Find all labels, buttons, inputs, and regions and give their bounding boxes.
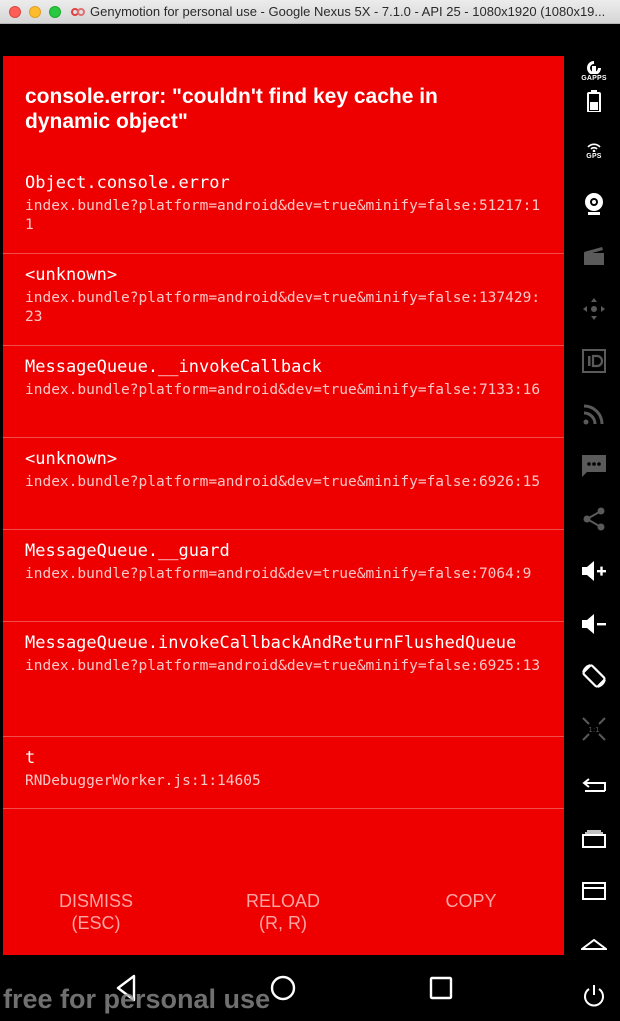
stack-frame-location: index.bundle?platform=android&dev=true&m…	[25, 198, 541, 233]
webcam-icon[interactable]	[568, 184, 620, 224]
copy-button[interactable]: COPY	[396, 890, 546, 912]
sms-icon[interactable]	[568, 446, 620, 486]
power-icon[interactable]	[568, 976, 620, 1016]
minimize-window-button[interactable]	[29, 5, 41, 18]
redbox-actions: DISMISS (ESC) RELOAD (R, R) COPY	[3, 890, 564, 940]
volume-down-icon[interactable]	[568, 604, 620, 644]
stack-frame-location: index.bundle?platform=android&dev=true&m…	[25, 658, 541, 674]
maximize-window-button[interactable]	[49, 5, 61, 18]
svg-text:1:1: 1:1	[588, 726, 599, 734]
stack-frame-method: MessageQueue.__invokeCallback	[25, 357, 322, 377]
gps-label: GPS	[586, 153, 602, 160]
share-icon[interactable]	[568, 499, 620, 539]
stack-frame-location: index.bundle?platform=android&dev=true&m…	[25, 382, 541, 398]
stack-trace-list: Object.console.error index.bundle?platfor…	[3, 162, 564, 809]
stack-frame-method: <unknown>	[25, 265, 118, 285]
stack-frame-method: MessageQueue.__guard	[25, 541, 230, 561]
rotate-icon[interactable]	[568, 656, 620, 696]
stack-frame-row[interactable]: t RNDebuggerWorker.js:1:14605	[3, 737, 564, 809]
stack-frame-method: MessageQueue.invokeCallbackAndReturnFlus…	[25, 633, 517, 653]
nav-home-icon[interactable]	[268, 973, 298, 1003]
nav-recent-icon[interactable]	[426, 973, 456, 1003]
reload-button[interactable]: RELOAD (R, R)	[208, 890, 358, 934]
cast-icon[interactable]	[568, 394, 620, 434]
stack-frame-row[interactable]: MessageQueue.__guard index.bundle?platfor…	[3, 530, 564, 622]
recent-apps-icon[interactable]	[568, 819, 620, 859]
stack-frame-row[interactable]: Object.console.error index.bundle?platfor…	[3, 162, 564, 254]
window-controls	[9, 5, 61, 18]
genymotion-logo-icon	[71, 7, 85, 17]
stack-frame-method: t	[25, 748, 36, 768]
window-title: Genymotion for personal use - Google Nex…	[90, 4, 606, 19]
capture-icon[interactable]	[568, 236, 620, 276]
identifier-icon[interactable]	[568, 341, 620, 381]
window-titlebar: Genymotion for personal use - Google Nex…	[0, 0, 620, 24]
battery-icon[interactable]	[568, 81, 620, 121]
close-window-button[interactable]	[9, 5, 21, 18]
genymotion-sidebar: GAPPS GPS 1:1	[568, 25, 620, 1021]
stack-frame-method: <unknown>	[25, 449, 118, 469]
redbox-error-screen: console.error: "couldn't find key cache …	[3, 56, 564, 955]
stack-frame-location: RNDebuggerWorker.js:1:14605	[25, 773, 261, 789]
menu-icon[interactable]	[568, 871, 620, 911]
stack-frame-row[interactable]: MessageQueue.__invokeCallback index.bundl…	[3, 346, 564, 438]
watermark-text: free for personal use	[3, 984, 271, 1014]
home-icon[interactable]	[568, 924, 620, 964]
stack-frame-location: index.bundle?platform=android&dev=true&m…	[25, 474, 541, 490]
stack-frame-location: index.bundle?platform=android&dev=true&m…	[25, 566, 532, 582]
stack-frame-row[interactable]: <unknown> index.bundle?platform=android&d…	[3, 438, 564, 530]
pixel-perfect-icon[interactable]: 1:1	[568, 709, 620, 749]
volume-up-icon[interactable]	[568, 551, 620, 591]
back-icon[interactable]	[568, 766, 620, 806]
error-title: console.error: "couldn't find key cache …	[25, 85, 438, 133]
dismiss-button[interactable]: DISMISS (ESC)	[21, 890, 171, 934]
stack-frame-location: index.bundle?platform=android&dev=true&m…	[25, 290, 541, 325]
stack-frame-row[interactable]: MessageQueue.invokeCallbackAndReturnFlus…	[3, 622, 564, 737]
dpad-icon[interactable]	[568, 289, 620, 329]
gps-icon[interactable]: GPS	[568, 131, 620, 171]
stack-frame-row[interactable]: <unknown> index.bundle?platform=android&d…	[3, 254, 564, 346]
stack-frame-method: Object.console.error	[25, 173, 230, 193]
